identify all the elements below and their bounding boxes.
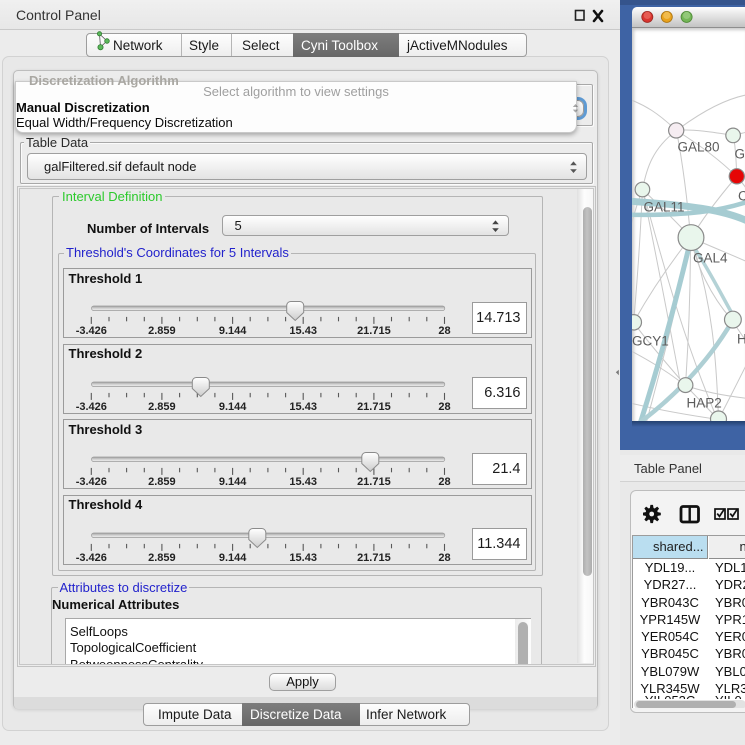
svg-text:GA: GA <box>734 146 745 161</box>
svg-text:2.859: 2.859 <box>148 400 176 412</box>
svg-text:-3.426: -3.426 <box>76 400 107 412</box>
svg-text:21.715: 21.715 <box>357 400 391 412</box>
svg-text:21.715: 21.715 <box>357 476 391 488</box>
svg-text:GAL80: GAL80 <box>677 139 719 154</box>
svg-text:28: 28 <box>438 400 450 412</box>
svg-text:15.43: 15.43 <box>289 400 317 412</box>
svg-text:9.144: 9.144 <box>219 476 247 488</box>
svg-text:GAL11: GAL11 <box>643 199 684 214</box>
svg-text:2.859: 2.859 <box>148 325 176 337</box>
svg-text:GAL4: GAL4 <box>693 250 728 265</box>
svg-text:GCY1: GCY1 <box>632 333 669 348</box>
svg-text:28: 28 <box>438 325 450 337</box>
svg-text:-3.426: -3.426 <box>76 476 107 488</box>
svg-text:HI: HI <box>737 331 745 346</box>
svg-text:15.43: 15.43 <box>289 325 317 337</box>
svg-text:28: 28 <box>438 551 450 563</box>
svg-text:15.43: 15.43 <box>289 476 317 488</box>
svg-text:HAP2: HAP2 <box>686 395 721 410</box>
svg-text:15.43: 15.43 <box>289 551 317 563</box>
svg-text:9.144: 9.144 <box>219 400 247 412</box>
svg-text:21.715: 21.715 <box>357 325 391 337</box>
svg-text:21.715: 21.715 <box>357 551 391 563</box>
svg-text:9.144: 9.144 <box>219 325 247 337</box>
svg-text:2.859: 2.859 <box>148 476 176 488</box>
svg-text:2.859: 2.859 <box>148 551 176 563</box>
svg-text:9.144: 9.144 <box>219 551 247 563</box>
svg-text:C: C <box>738 188 745 203</box>
svg-text:-3.426: -3.426 <box>76 325 107 337</box>
svg-text:28: 28 <box>438 476 450 488</box>
svg-text:-3.426: -3.426 <box>76 551 107 563</box>
